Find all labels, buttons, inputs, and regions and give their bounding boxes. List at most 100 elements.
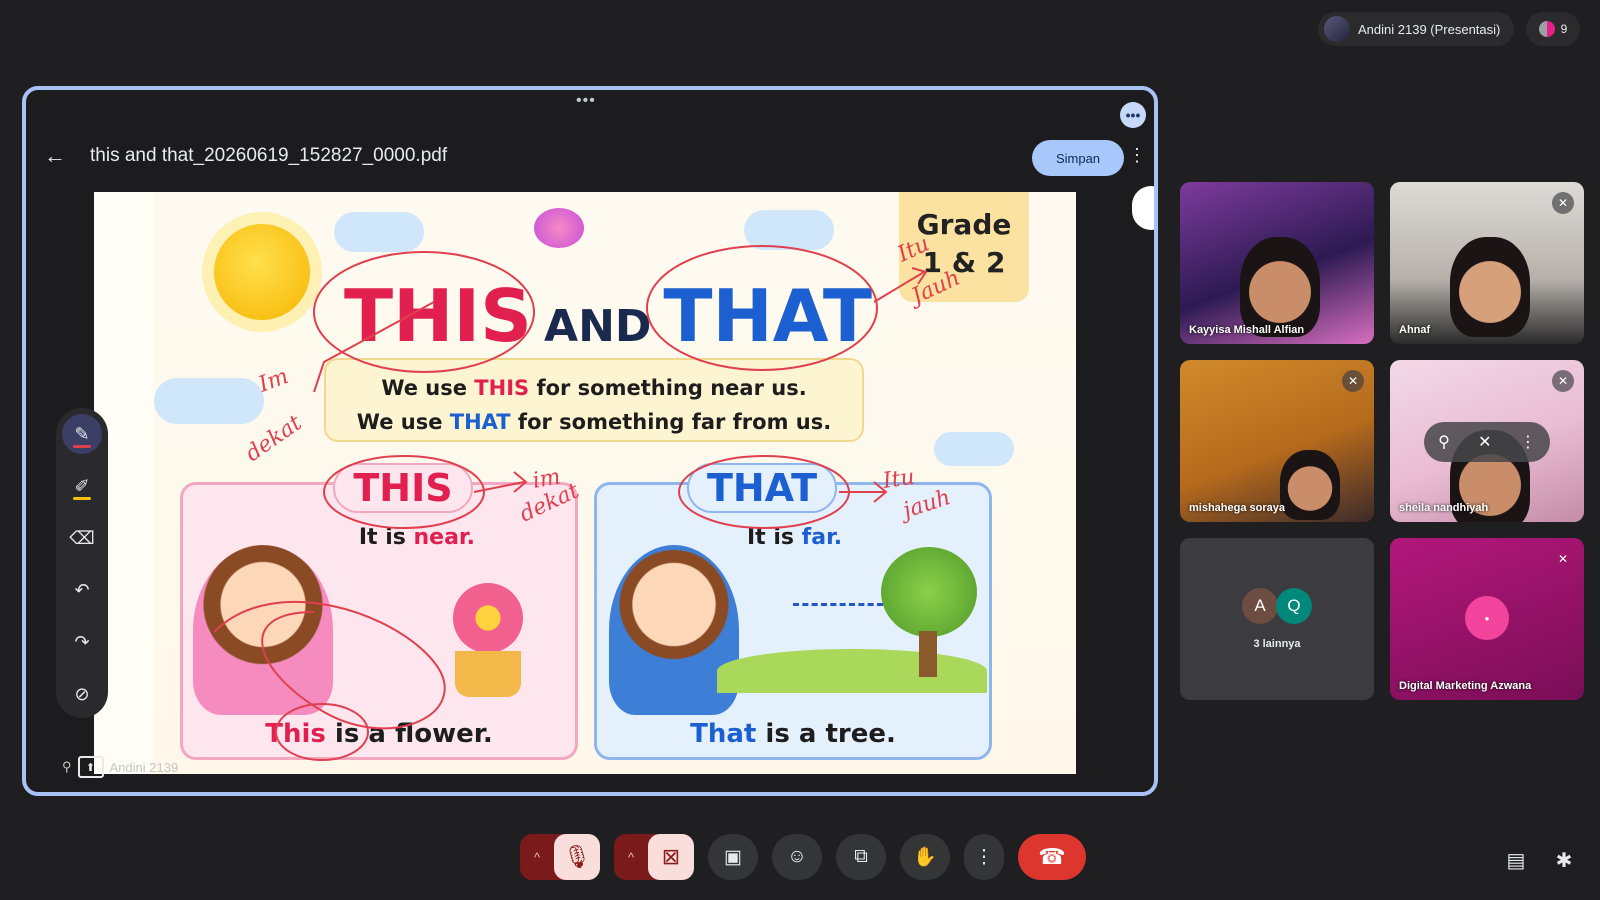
more-options-icon[interactable]: ⋮ xyxy=(964,834,1004,880)
redo-icon[interactable]: ↷ xyxy=(62,622,102,662)
participant-tile[interactable]: ✕ ● Digital Marketing Azwana xyxy=(1390,538,1584,700)
present-screen-icon[interactable]: ▣ xyxy=(708,834,758,880)
mute-participant-icon[interactable]: ✕ xyxy=(1478,432,1491,452)
title-and: AND xyxy=(544,301,652,352)
panel-that-label: THAT xyxy=(687,463,837,513)
presenting-icon: ⬆ xyxy=(77,756,104,778)
camera-control-group: ^ ⊠ xyxy=(614,834,694,880)
mic-options-chevron-icon[interactable]: ^ xyxy=(520,834,554,880)
participant-video xyxy=(1450,237,1530,337)
mic-off-icon: ✕ xyxy=(1342,370,1364,392)
flower-illustration xyxy=(453,583,523,653)
marker-pen-icon[interactable]: ✎ xyxy=(62,414,102,454)
caption-keyword: near. xyxy=(413,525,476,550)
presenter-avatar xyxy=(1324,16,1350,42)
participant-name: Kayyisa Mishall Alfian xyxy=(1189,324,1305,336)
title-that: THAT xyxy=(663,274,873,358)
document-menu-icon[interactable]: ⋮ xyxy=(1128,146,1146,164)
mic-off-icon: ✕ xyxy=(1552,192,1574,214)
chat-icon[interactable]: ▤ xyxy=(1498,842,1534,878)
side-panel-handle[interactable] xyxy=(1132,186,1154,230)
avatar: A xyxy=(1242,588,1278,624)
avatar: Q xyxy=(1276,588,1312,624)
girl-illustration xyxy=(193,545,333,715)
caption-prefix: It is xyxy=(747,525,802,550)
tile-more-icon[interactable]: ⋮ xyxy=(1520,432,1536,452)
participant-video xyxy=(1240,237,1320,337)
sentence-keyword: That xyxy=(690,719,757,749)
rule2-prefix: We use xyxy=(356,409,450,434)
cloud-illustration xyxy=(154,378,264,424)
people-count-chip[interactable]: 9 xyxy=(1526,12,1580,46)
rule2-suffix: for something far from us. xyxy=(510,409,832,434)
panel-this-label: THIS xyxy=(333,463,473,513)
emoji-icon[interactable]: ☺ xyxy=(772,834,822,880)
participant-name: mishahega soraya xyxy=(1189,502,1285,514)
presenter-tag: ⚲ ⬆ Andini 2139 xyxy=(62,756,178,778)
sentence-suffix: is a flower. xyxy=(325,719,493,749)
pin-icon[interactable]: ⚲ xyxy=(62,759,72,775)
rule-line-1: We use THIS for something near us. xyxy=(326,372,862,406)
others-avatars: A Q xyxy=(1180,588,1374,624)
captions-icon[interactable]: ⧉ xyxy=(836,834,886,880)
others-tile[interactable]: A Q 3 lainnya xyxy=(1180,538,1374,700)
title-this: THIS xyxy=(344,274,533,358)
participant-logo: ● xyxy=(1465,596,1509,640)
sentence-suffix: is a tree. xyxy=(756,719,896,749)
others-label: 3 lainnya xyxy=(1253,638,1301,650)
participant-tile[interactable]: ✕ ⚲ ✕ ⋮ sheila nandhiyah xyxy=(1390,360,1584,522)
save-button[interactable]: Simpan xyxy=(1032,140,1124,176)
mic-off-icon[interactable]: 🎙 xyxy=(554,834,600,880)
panel-this: THIS It is near. This is a flower. xyxy=(180,463,578,760)
participant-video xyxy=(1280,450,1340,520)
rule-box: We use THIS for something near us. We us… xyxy=(324,358,864,442)
document-title: this and that_20260619_152827_0000.pdf xyxy=(90,145,448,166)
rule-line-2: We use THAT for something far from us. xyxy=(326,406,862,440)
camera-options-chevron-icon[interactable]: ^ xyxy=(614,834,648,880)
call-controls: ^ 🎙 ^ ⊠ ▣ ☺ ⧉ ✋ ⋮ ☎ xyxy=(520,829,1086,885)
presenter-chip[interactable]: Andini 2139 (Presentasi) xyxy=(1318,12,1515,46)
participant-name: Digital Marketing Azwana xyxy=(1399,680,1532,692)
rule1-keyword: THIS xyxy=(474,376,530,400)
grass-illustration xyxy=(717,649,987,693)
raise-hand-icon[interactable]: ✋ xyxy=(900,834,950,880)
rule1-suffix: for something near us. xyxy=(529,376,807,400)
document-toolbar: ← this and that_20260619_152827_0000.pdf… xyxy=(26,130,1154,182)
participant-name: Ahnaf xyxy=(1399,324,1431,336)
drag-handle-icon[interactable]: ••• xyxy=(576,92,596,110)
tile-hover-controls: ⚲ ✕ ⋮ xyxy=(1424,422,1550,462)
panel-that: THAT It is far. That is a tree. xyxy=(594,463,992,760)
presenter-chip-label: Andini 2139 (Presentasi) xyxy=(1358,21,1501,37)
flower-pot-illustration xyxy=(455,651,521,697)
undo-icon[interactable]: ↶ xyxy=(62,570,102,610)
camera-off-icon[interactable]: ⊠ xyxy=(648,834,694,880)
pin-icon[interactable]: ⚲ xyxy=(1438,432,1450,452)
tree-illustration xyxy=(881,547,977,637)
panel-this-caption: It is near. xyxy=(183,525,575,550)
rule1-prefix: We use xyxy=(381,376,475,400)
cloud-illustration xyxy=(334,212,424,252)
highlighter-icon[interactable]: ✐ xyxy=(62,466,102,506)
participant-name: sheila nandhiyah xyxy=(1399,502,1489,514)
activities-icon[interactable]: ✱ xyxy=(1546,842,1582,878)
grade-line1: Grade xyxy=(916,208,1012,241)
butterfly-illustration xyxy=(534,208,584,248)
mic-control-group: ^ 🎙 xyxy=(520,834,600,880)
end-call-icon[interactable]: ☎ xyxy=(1018,834,1086,880)
cloud-illustration xyxy=(744,210,834,250)
hide-annotations-icon[interactable]: ⊘ xyxy=(62,674,102,714)
slide-title: THIS AND THAT xyxy=(344,274,904,364)
slide-canvas: Grade 1 & 2 THIS AND THAT We use THIS fo… xyxy=(154,192,1076,774)
participant-tile[interactable]: Kayyisa Mishall Alfian xyxy=(1180,182,1374,344)
cloud-illustration xyxy=(934,432,1014,466)
participant-tile[interactable]: ✕ Ahnaf xyxy=(1390,182,1584,344)
eraser-icon[interactable]: ⌫ xyxy=(62,518,102,558)
pdf-slide: Grade 1 & 2 THIS AND THAT We use THIS fo… xyxy=(94,192,1076,774)
mic-off-icon: ✕ xyxy=(1557,552,1569,566)
tree-trunk-illustration xyxy=(919,631,937,677)
back-arrow-icon[interactable]: ← xyxy=(44,143,74,169)
participant-tile[interactable]: ✕ mishahega soraya xyxy=(1180,360,1374,522)
annotation-toolbar: ✎ ✐ ⌫ ↶ ↷ ⊘ xyxy=(56,408,108,718)
sentence-keyword: This xyxy=(265,719,326,749)
stage-more-icon[interactable]: ••• xyxy=(1120,102,1146,128)
